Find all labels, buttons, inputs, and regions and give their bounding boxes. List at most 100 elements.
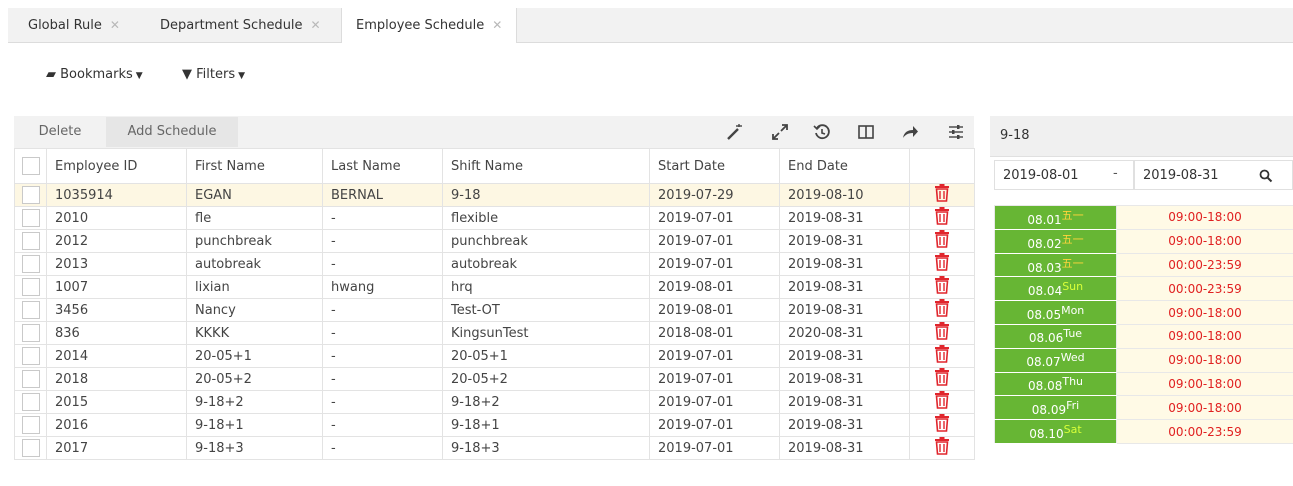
- cell-first-name: 20-05+2: [186, 367, 323, 391]
- tab-department-schedule[interactable]: Department Schedule ✕: [146, 8, 335, 42]
- row-checkbox[interactable]: [21, 439, 40, 457]
- columns-icon[interactable]: [856, 122, 876, 142]
- schedule-calendar: 08.01五一 09:00-18:00 08.02五一 09:00-18:00 08.0…: [994, 205, 1293, 444]
- row-checkbox[interactable]: [21, 393, 40, 411]
- calendar-day-cell[interactable]: 08.02五一: [994, 228, 1117, 254]
- table-row[interactable]: 2013 autobreak - autobreak 2019-07-01 2019-08…: [14, 252, 975, 276]
- table-row[interactable]: 1035914 EGAN BERNAL 9-18 2019-07-29 2019-08-1…: [14, 183, 975, 207]
- table-row[interactable]: 2015 9-18+2-9-18+2 2019-07-01 2019-08-31: [14, 390, 975, 414]
- add-schedule-button[interactable]: Add Schedule: [106, 117, 238, 147]
- shift-title: 9-18: [1000, 128, 1030, 143]
- calendar-day-cell[interactable]: 08.01五一: [994, 205, 1117, 230]
- table-row[interactable]: 2017 9-18+3-9-18+3 2019-07-01 2019-08-31: [14, 436, 975, 460]
- trash-icon[interactable]: [934, 391, 950, 413]
- filters-dropdown[interactable]: ▼ Filters ▼: [182, 67, 245, 82]
- trash-icon[interactable]: [934, 230, 950, 252]
- row-checkbox[interactable]: [21, 209, 40, 227]
- cell-end-date: 2019-08-31: [779, 436, 910, 460]
- cell-end-date: 2020-08-31: [779, 321, 910, 345]
- calendar-day-cell[interactable]: 08.08Thu: [994, 371, 1117, 397]
- trash-icon[interactable]: [934, 368, 950, 390]
- close-icon[interactable]: ✕: [110, 18, 120, 32]
- calendar-date: 08.02: [1027, 237, 1062, 252]
- column-header-end-date[interactable]: End Date: [779, 148, 910, 184]
- row-checkbox[interactable]: [21, 370, 40, 388]
- column-header-shift-name[interactable]: Shift Name: [442, 148, 650, 184]
- table-row[interactable]: 2010 fle - flexible 2019-07-01 2019-08-31: [14, 206, 975, 230]
- table-row[interactable]: 2012 punchbreak - punchbreak 2019-07-01 2019-…: [14, 229, 975, 253]
- trash-icon[interactable]: [934, 345, 950, 367]
- row-checkbox[interactable]: [21, 416, 40, 434]
- table-row[interactable]: 2016 9-18+1-9-18+1 2019-07-01 2019-08-31: [14, 413, 975, 437]
- cell-shift-name: 9-18+2: [442, 390, 650, 414]
- cell-first-name: 9-18+2: [186, 390, 323, 414]
- calendar-date: 08.10: [1029, 426, 1064, 441]
- trash-icon[interactable]: [934, 276, 950, 298]
- cell-first-name: autobreak: [186, 252, 323, 276]
- delete-button[interactable]: Delete: [24, 117, 96, 147]
- table-row[interactable]: 2014 20-05+1-20-05+1 2019-07-01 2019-08-31: [14, 344, 975, 368]
- column-header-actions: [909, 148, 975, 184]
- cell-first-name: punchbreak: [186, 229, 323, 253]
- cell-first-name: Nancy: [186, 298, 323, 322]
- trash-icon[interactable]: [934, 299, 950, 321]
- column-header-start-date[interactable]: Start Date: [649, 148, 780, 184]
- table-row[interactable]: 3456 Nancy - Test-OT 2019-08-01 2019-08-31: [14, 298, 975, 322]
- select-all-checkbox[interactable]: [21, 157, 40, 175]
- column-header-last-name[interactable]: Last Name: [322, 148, 443, 184]
- tab-global-rule[interactable]: Global Rule ✕: [14, 8, 134, 42]
- column-header-first-name[interactable]: First Name: [186, 148, 323, 184]
- calendar-time-cell: 09:00-18:00: [1116, 228, 1293, 254]
- close-icon[interactable]: ✕: [311, 18, 321, 32]
- row-delete-cell: [909, 436, 975, 460]
- row-delete-cell: [909, 321, 975, 345]
- calendar-day-cell[interactable]: 08.04Sun: [994, 276, 1117, 302]
- calendar-day-cell[interactable]: 08.07Wed: [994, 347, 1117, 373]
- select-all-cell: [14, 148, 47, 184]
- table-row[interactable]: 2018 20-05+2-20-05+2 2019-07-01 2019-08-31: [14, 367, 975, 391]
- close-icon[interactable]: ✕: [492, 18, 502, 32]
- table-row[interactable]: 1007 lixian hwang hrq 2019-08-01 2019-08-31: [14, 275, 975, 299]
- history-icon[interactable]: [812, 122, 832, 142]
- share-icon[interactable]: [900, 122, 920, 142]
- column-header-employee-id[interactable]: Employee ID: [46, 148, 187, 184]
- calendar-day-cell[interactable]: 08.09Fri: [994, 395, 1117, 421]
- calendar-day-cell[interactable]: 08.03五一: [994, 252, 1117, 278]
- row-checkbox[interactable]: [21, 255, 40, 273]
- row-checkbox[interactable]: [21, 186, 40, 204]
- table-row[interactable]: 836 KKKK - KingsunTest 2018-08-01 2020-08-31: [14, 321, 975, 345]
- cell-employee-id: 2014: [46, 344, 187, 368]
- calendar-day-cell[interactable]: 08.10Sat: [994, 419, 1117, 444]
- trash-icon[interactable]: [934, 437, 950, 459]
- expand-icon[interactable]: [770, 122, 790, 142]
- tab-employee-schedule[interactable]: Employee Schedule ✕: [341, 8, 518, 43]
- bookmarks-dropdown[interactable]: ▰ Bookmarks ▼: [46, 67, 143, 82]
- row-checkbox[interactable]: [21, 301, 40, 319]
- row-checkbox[interactable]: [21, 232, 40, 250]
- trash-icon[interactable]: [934, 253, 950, 275]
- row-checkbox[interactable]: [21, 278, 40, 296]
- search-icon[interactable]: [1259, 169, 1273, 183]
- cell-shift-name: 9-18+3: [442, 436, 650, 460]
- table-header-row: Employee ID First Name Last Name Shift N…: [14, 148, 975, 184]
- trash-icon[interactable]: [934, 414, 950, 436]
- row-checkbox[interactable]: [21, 347, 40, 365]
- cell-shift-name: flexible: [442, 206, 650, 230]
- calendar-date: 08.01: [1027, 213, 1062, 228]
- settings-sliders-icon[interactable]: [946, 122, 966, 142]
- trash-icon[interactable]: [934, 184, 950, 206]
- magic-wand-icon[interactable]: [724, 122, 744, 142]
- row-checkbox[interactable]: [21, 324, 40, 342]
- cell-start-date: 2019-07-29: [649, 183, 780, 207]
- cell-start-date: 2019-07-01: [649, 252, 780, 276]
- end-date-input[interactable]: 2019-08-31: [1134, 160, 1293, 190]
- calendar-time-cell: 09:00-18:00: [1116, 347, 1293, 373]
- calendar-day-cell[interactable]: 08.05Mon: [994, 300, 1117, 325]
- trash-icon[interactable]: [934, 322, 950, 344]
- cell-first-name: fle: [186, 206, 323, 230]
- calendar-day-cell[interactable]: 08.06Tue: [994, 323, 1117, 349]
- cell-first-name: EGAN: [186, 183, 323, 207]
- row-select-cell: [14, 206, 47, 230]
- trash-icon[interactable]: [934, 207, 950, 229]
- cell-first-name: lixian: [186, 275, 323, 299]
